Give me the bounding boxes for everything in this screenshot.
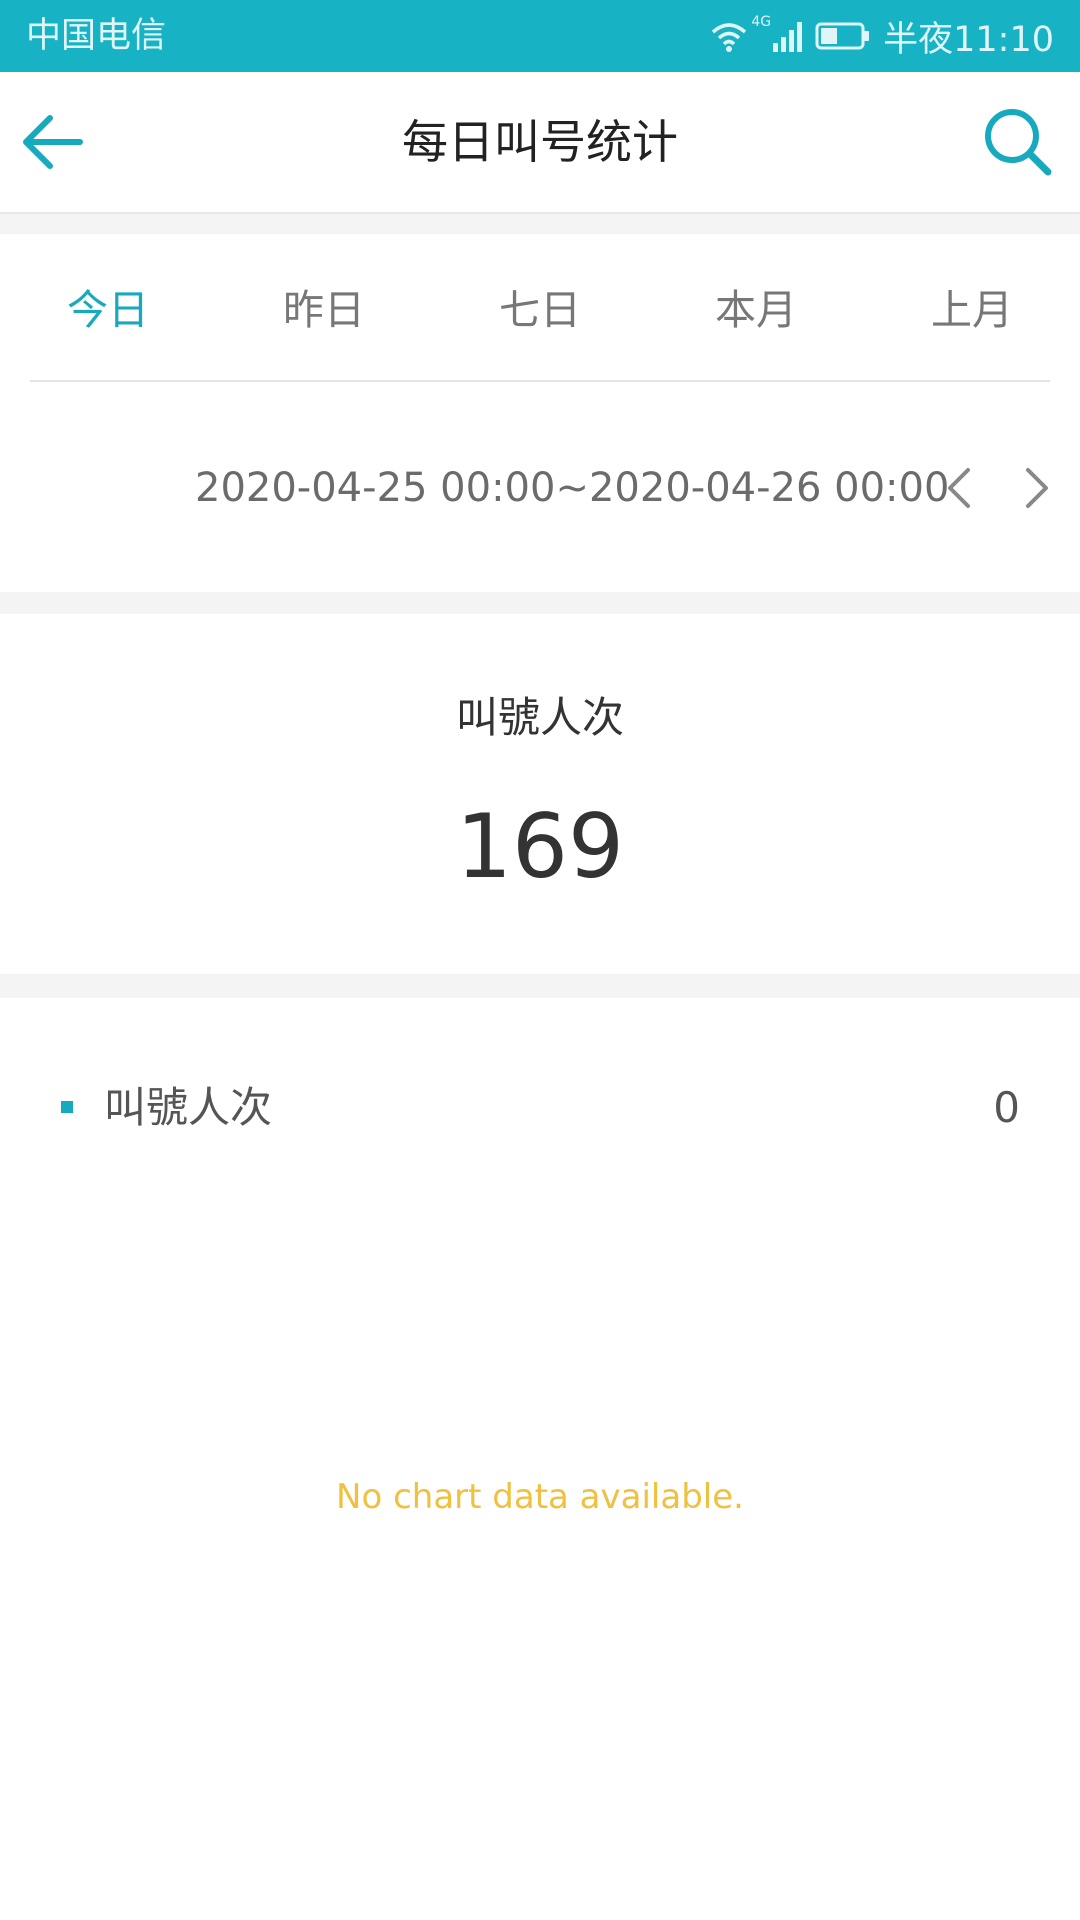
section-gap	[0, 592, 1080, 614]
tab-this-month[interactable]: 本月	[648, 282, 864, 338]
date-range-row: 2020-04-25 00:00~2020-04-26 00:00	[0, 382, 1080, 592]
page-title: 每日叫号统计	[402, 115, 678, 169]
tab-seven-days[interactable]: 七日	[432, 282, 648, 338]
summary-value: 169	[456, 795, 624, 898]
wifi-icon	[712, 23, 747, 52]
legend-label: 叫號人次	[104, 1083, 273, 1132]
legend-value: 0	[993, 1083, 1020, 1132]
status-bar: 中国电信 4G 半夜11:10	[0, 0, 1080, 72]
network-type-label: 4G	[751, 14, 772, 30]
clock-time: 半夜11:10	[883, 19, 1054, 60]
chevron-left-icon	[948, 468, 970, 508]
summary-card: 叫號人次 169	[0, 614, 1080, 974]
tab-last-month[interactable]: 上月	[864, 282, 1080, 338]
tab-today[interactable]: 今日	[0, 282, 216, 338]
summary-label: 叫號人次	[455, 693, 624, 742]
carrier-name: 中国电信	[26, 16, 167, 56]
chart-area: No chart data available.	[0, 1130, 1080, 1890]
status-indicators: 4G 半夜11:10	[709, 12, 1054, 60]
no-chart-data-message: No chart data available.	[336, 1477, 744, 1517]
app-bar: 每日叫号统计	[0, 72, 1080, 214]
search-icon	[985, 109, 1052, 176]
tab-yesterday[interactable]: 昨日	[216, 282, 432, 338]
section-gap	[0, 214, 1080, 234]
chart-legend: 叫號人次 0	[0, 1000, 1080, 1132]
battery-icon	[815, 22, 870, 50]
previous-period-button[interactable]	[940, 466, 980, 510]
legend-swatch	[61, 1101, 73, 1113]
chevron-right-icon	[1026, 468, 1048, 508]
date-range-text: 2020-04-25 00:00~2020-04-26 00:00	[195, 465, 950, 511]
search-button[interactable]	[980, 104, 1056, 180]
section-gap	[0, 974, 1080, 998]
period-tabs: 今日 昨日 七日 本月 上月	[0, 234, 1080, 380]
cellular-signal-icon	[773, 22, 803, 52]
next-period-button[interactable]	[1016, 466, 1056, 510]
